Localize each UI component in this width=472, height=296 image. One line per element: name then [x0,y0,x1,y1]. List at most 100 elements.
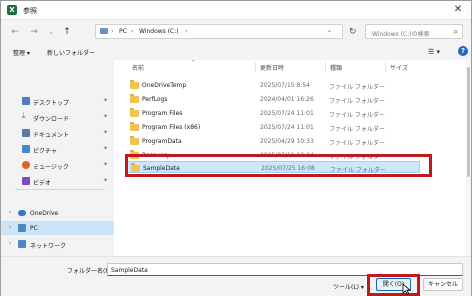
navigation-row: ← → ⌄ ↑ › PC › Windows (C:) › ⌄ ↻ Window… [1,21,471,43]
pc-icon [18,224,26,232]
file-name: OneDriveTemp [142,82,187,89]
pin-icon: ✦ [103,161,109,168]
network-icon [18,240,26,248]
up-icon[interactable]: ↑ [61,26,73,38]
file-type: ファイル フォルダー [329,126,385,133]
window-title: 参照 [23,7,37,15]
pin-icon: ✦ [103,97,109,104]
column-divider[interactable] [325,62,326,72]
sidebar-item-pictures[interactable]: ピクチャ ✦ [1,142,114,156]
sidebar-item-label: ピクチャ [33,148,57,155]
command-bar: 整理 ▾ 新しいフォルダー ☰ ▾ ? [1,43,471,60]
back-icon[interactable]: ← [9,26,21,38]
file-name: Program Files (x86) [142,124,201,131]
file-row[interactable]: PerfLogs 2024/04/01 16:26 ファイル フォルダー [126,93,420,105]
scrollbar-thumb[interactable] [467,67,470,177]
breadcrumb-pc[interactable]: PC [119,28,127,35]
recent-locations-chevron-icon[interactable]: ⌄ [45,26,57,38]
refresh-icon[interactable]: ↻ [349,27,359,37]
column-header-name[interactable]: 名前 [132,63,144,72]
sidebar-item-onedrive[interactable]: › OneDrive [1,206,114,220]
column-header-type[interactable]: 種類 [330,63,342,72]
folder-icon [130,80,139,89]
column-divider[interactable] [255,62,256,72]
pin-icon: ✦ [103,113,109,120]
pictures-icon [22,145,30,153]
close-icon[interactable]: ✕ [451,3,465,17]
view-options-icon[interactable]: ☰ ▾ [428,48,440,56]
download-icon: ⤓ [22,111,26,120]
sidebar-item-label: ビデオ [33,180,52,187]
sidebar-item-downloads[interactable]: ⤓ ダウンロード ✦ [1,110,114,124]
address-dropdown-icon[interactable]: ⌄ [327,27,332,34]
file-row[interactable]: OneDriveTemp 2025/07/15 8:54 ファイル フォルダー [126,79,420,91]
breadcrumb-chevron-icon: › [111,28,114,35]
folder-icon [130,136,139,145]
documents-icon [22,129,30,137]
column-divider[interactable] [385,62,386,72]
onedrive-icon [18,210,26,216]
sidebar-item-label: ミュージック [33,164,69,171]
file-type: ファイル フォルダー [329,140,385,147]
file-type: ファイル フォルダー [329,98,385,105]
title-bar: X 参照 ✕ [1,1,471,20]
sidebar-divider [15,189,105,190]
breadcrumb-chevron-icon: › [185,28,188,35]
desktop-icon [22,97,30,105]
address-bar[interactable]: › PC › Windows (C:) › ⌄ [95,24,343,39]
breadcrumb-windows-c[interactable]: Windows (C:) [139,28,179,35]
pc-icon [100,28,108,34]
cancel-button[interactable]: キャンセル [423,278,463,291]
column-header-date[interactable]: 更新日時 [260,63,284,72]
expand-chevron-icon[interactable]: › [9,209,11,216]
file-date: 2025/04/29 10:33 [260,138,314,145]
folder-icon [130,108,139,117]
column-header-size[interactable]: サイズ [390,63,408,72]
forward-icon[interactable]: → [28,26,40,38]
help-icon[interactable]: ? [458,46,468,56]
vertical-scrollbar[interactable] [466,60,471,256]
sidebar-item-desktop[interactable]: デスクトップ ✦ [1,94,114,108]
sidebar-item-documents[interactable]: ドキュメント ✦ [1,126,114,140]
file-type: ファイル フォルダー [329,112,385,119]
expand-chevron-icon[interactable]: › [9,224,11,231]
file-date: 2025/07/24 11:01 [260,110,314,117]
new-folder-button[interactable]: 新しいフォルダー [47,48,95,57]
folder-icon [130,122,139,131]
sidebar-item-music[interactable]: ミュージック ✦ [1,158,114,172]
breadcrumb-chevron-icon: › [131,28,134,35]
sidebar-item-videos[interactable]: ビデオ ✦ [1,174,114,188]
file-date: 2025/07/15 8:54 [260,82,310,89]
file-name: Program Files [142,110,183,117]
sidebar-item-label: デスクトップ [33,100,70,107]
file-row[interactable]: ProgramData 2025/04/29 10:33 ファイル フォルダー [126,135,420,147]
file-date: 2025/07/24 11:01 [260,124,314,131]
organize-button[interactable]: 整理 ▾ [13,48,30,57]
pin-icon: ✦ [103,129,109,136]
expand-chevron-icon[interactable]: › [9,240,11,247]
search-icon: ⌕ [453,27,458,36]
search-placeholder: Windows (C:)の検索 [372,31,430,38]
sidebar-item-label: ドキュメント [33,132,70,139]
sidebar-item-pc[interactable]: › PC [1,221,114,235]
pin-icon: ✦ [103,145,109,152]
sidebar-item-label: PC [30,225,38,232]
file-row[interactable]: Program Files 2025/07/24 11:01 ファイル フォルダ… [126,107,420,119]
excel-app-icon: X [7,5,17,15]
tools-dropdown[interactable]: ツール(L) ▾ [333,282,364,291]
sidebar-item-network[interactable]: › ネットワーク [1,237,114,251]
music-icon [22,161,30,169]
selected-folder-highlight [125,154,432,177]
sidebar-item-label: OneDrive [30,210,59,217]
navigation-pane: デスクトップ ✦ ⤓ ダウンロード ✦ ドキュメント ✦ ピクチャ ✦ ミュージ… [1,60,114,256]
folder-icon [130,94,139,103]
sort-ascending-icon: ^ [191,60,196,66]
mouse-cursor-icon [402,283,411,295]
folder-name-value: SampleData [111,267,148,274]
file-row[interactable]: Program Files (x86) 2025/07/24 11:01 ファイ… [126,121,420,133]
search-box[interactable]: Windows (C:)の検索 ⌕ [365,24,463,39]
file-name: PerfLogs [142,96,168,103]
open-button-highlight [367,274,420,296]
file-type: ファイル フォルダー [329,84,385,91]
sidebar-item-label: ダウンロード [33,116,70,123]
